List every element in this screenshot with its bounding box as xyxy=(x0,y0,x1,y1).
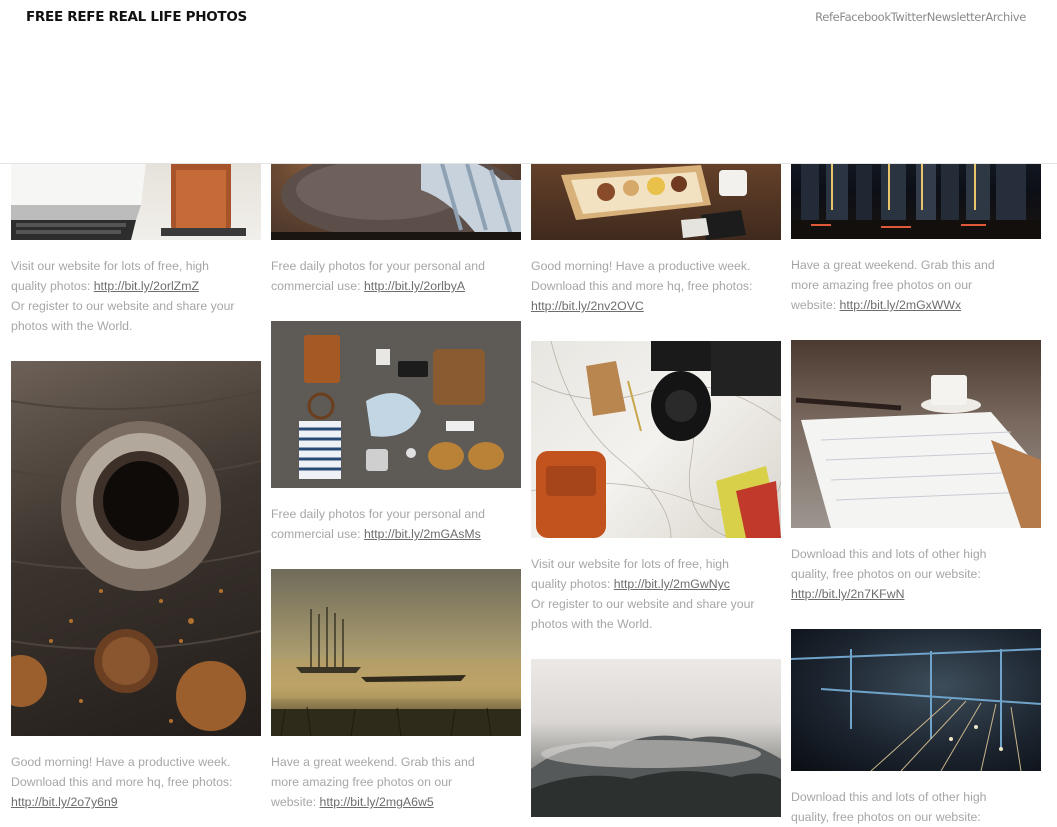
caption-text: Download this and more hq, free photos: xyxy=(531,279,753,293)
caption-link[interactable]: http://bit.ly/2mGwNyc xyxy=(614,577,730,591)
caption-text: Free daily photos for your personal and xyxy=(271,507,485,521)
caption-text: website: xyxy=(791,298,840,312)
site-header: FREE REFE REAL LIFE PHOTOS Refe Facebook… xyxy=(0,0,1057,164)
caption-laptop: Visit our website for lots of free, high… xyxy=(11,256,261,336)
caption-text: more amazing free photos on our xyxy=(271,775,453,789)
caption-text: Have a great weekend. Grab this and xyxy=(791,258,995,272)
rail-photo-art xyxy=(791,648,1041,771)
caption-text: photos with the World. xyxy=(531,617,653,631)
caption-text: Download this and lots of other high xyxy=(791,790,987,804)
caption-text: Visit our website for lots of free, high xyxy=(531,557,729,571)
main-nav: Refe Facebook Twitter Newsletter Archive xyxy=(815,10,1026,24)
caption-notebook: Download this and lots of other high qua… xyxy=(791,544,1041,604)
photo-coffee-cup[interactable] xyxy=(11,361,261,736)
nav-link-facebook[interactable]: Facebook xyxy=(839,10,891,24)
caption-text: quality photos: xyxy=(11,279,94,293)
caption-lake: Have a great weekend. Grab this and more… xyxy=(271,752,521,812)
nav-link-newsletter[interactable]: Newsletter xyxy=(927,10,986,24)
caption-link[interactable]: http://bit.ly/2n7KFwN xyxy=(791,587,904,601)
photo-notebook-coffee[interactable] xyxy=(791,340,1041,528)
photo-railway-night[interactable] xyxy=(791,629,1041,771)
caption-city: Have a great weekend. Grab this and more… xyxy=(791,255,1041,315)
nav-link-refe[interactable]: Refe xyxy=(815,10,840,24)
caption-text: more amazing free photos on our xyxy=(791,278,973,292)
caption-person: Free daily photos for your personal and … xyxy=(271,256,521,296)
caption-text: quality, free photos on our website: xyxy=(791,567,981,581)
mist-photo-art xyxy=(531,735,781,817)
caption-link[interactable]: http://bit.ly/2orlbyA xyxy=(364,279,465,293)
flatlay-photo-art xyxy=(299,335,504,479)
caption-link[interactable]: http://bit.ly/2nv2OVC xyxy=(531,299,644,313)
caption-text: Or register to our website and share you… xyxy=(11,299,235,313)
photo-misty-forest[interactable] xyxy=(531,659,781,817)
map-photo-art xyxy=(531,341,781,538)
caption-text: Good morning! Have a productive week. xyxy=(11,755,231,769)
notebook-photo-art xyxy=(795,375,1041,528)
coffee-photo-art xyxy=(11,390,261,731)
caption-text: commercial use: xyxy=(271,279,364,293)
caption-text: Download this and lots of other high xyxy=(791,547,987,561)
caption-link[interactable]: http://bit.ly/2mGxWWx xyxy=(840,298,962,312)
caption-rail: Download this and lots of other high qua… xyxy=(791,787,1041,827)
caption-coffee: Good morning! Have a productive week. Do… xyxy=(11,752,261,812)
photo-flatlay-items[interactable] xyxy=(271,321,521,488)
caption-map: Visit our website for lots of free, high… xyxy=(531,554,781,634)
caption-link[interactable]: http://bit.ly/2mGAsMs xyxy=(364,527,481,541)
caption-text: website: xyxy=(271,795,320,809)
nav-link-twitter[interactable]: Twitter xyxy=(891,10,927,24)
caption-text: commercial use: xyxy=(271,527,364,541)
caption-link[interactable]: http://bit.ly/2o7y6n9 xyxy=(11,795,118,809)
caption-link[interactable]: http://bit.ly/2mgA6w5 xyxy=(320,795,434,809)
caption-food: Good morning! Have a productive week. Do… xyxy=(531,256,781,316)
nav-link-archive[interactable]: Archive xyxy=(985,10,1026,24)
caption-text: Have a great weekend. Grab this and xyxy=(271,755,475,769)
caption-text: Download this and more hq, free photos: xyxy=(11,775,233,789)
caption-text: quality, free photos on our website: xyxy=(791,810,981,824)
photo-misty-lake[interactable] xyxy=(271,569,521,736)
caption-text: Free daily photos for your personal and xyxy=(271,259,485,273)
lake-photo-art xyxy=(271,607,521,736)
caption-text: quality photos: xyxy=(531,577,614,591)
caption-link[interactable]: http://bit.ly/2orlZmZ xyxy=(94,279,199,293)
caption-text: photos with the World. xyxy=(11,319,133,333)
photo-map-camera[interactable] xyxy=(531,341,781,538)
caption-text: Good morning! Have a productive week. xyxy=(531,259,751,273)
caption-flatlay: Free daily photos for your personal and … xyxy=(271,504,521,544)
caption-text: Or register to our website and share you… xyxy=(531,597,755,611)
caption-text: Visit our website for lots of free, high xyxy=(11,259,209,273)
site-title-link[interactable]: FREE REFE REAL LIFE PHOTOS xyxy=(26,9,247,25)
